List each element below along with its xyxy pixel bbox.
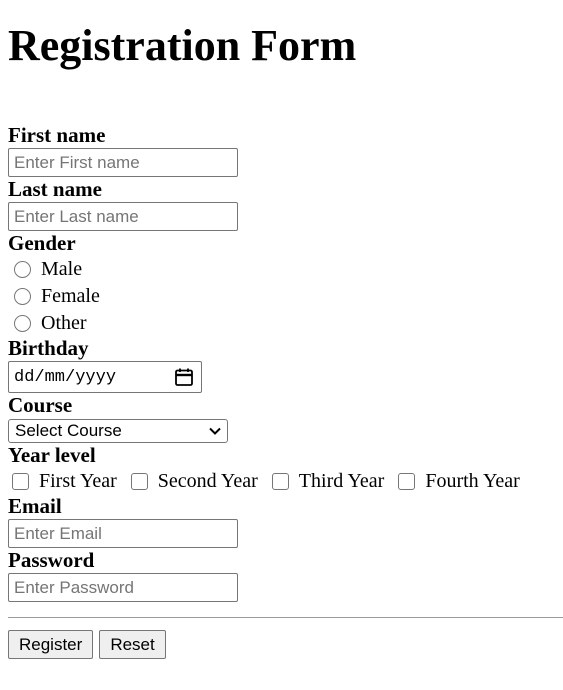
gender-option-label: Other [41,312,87,334]
page-title: Registration Form [8,21,357,70]
first-name-input[interactable] [8,148,238,177]
gender-option-other[interactable]: Other [8,310,563,337]
password-input[interactable] [8,573,238,602]
year-level-option-first[interactable]: First Year [12,470,117,493]
radio-button-other[interactable] [14,315,31,332]
course-selected-value: Select Course [15,421,122,440]
last-name-input[interactable] [8,202,238,231]
checkbox-fourth-year[interactable] [398,473,416,490]
checkbox-second-year[interactable] [130,473,148,490]
year-level-option-fourth[interactable]: Fourth Year [398,470,520,493]
birthday-label: Birthday [8,336,89,360]
birthday-date-placeholder: dd/mm/yyyy [14,367,117,387]
course-label: Course [8,393,73,417]
reset-button[interactable]: Reset [99,630,166,659]
year-level-options: First Year Second Year Third Year Fourth… [8,468,563,495]
checkbox-first-year[interactable] [12,473,29,490]
email-label: Email [8,494,62,518]
year-level-option-second[interactable]: Second Year [130,470,258,493]
registration-form: First name Last name Gender Male Female … [8,122,563,602]
gender-option-label: Male [41,258,83,280]
gender-option-label: Female [41,285,100,307]
calendar-icon[interactable] [174,367,194,387]
gender-option-male[interactable]: Male [8,256,563,283]
first-name-label: First name [8,123,106,147]
birthday-date-input[interactable]: dd/mm/yyyy [8,361,202,393]
password-label: Password [8,548,95,572]
form-divider [8,617,563,618]
year-level-option-label: Third Year [298,470,385,492]
gender-option-female[interactable]: Female [8,283,563,310]
year-level-option-label: Second Year [157,470,258,492]
radio-button-male[interactable] [14,261,31,278]
last-name-label: Last name [8,177,102,201]
email-input[interactable] [8,519,238,548]
chevron-down-icon [209,427,221,435]
radio-button-female[interactable] [14,288,31,305]
register-button[interactable]: Register [8,630,94,659]
year-level-option-label: Fourth Year [425,470,520,492]
checkbox-third-year[interactable] [271,473,289,490]
year-level-option-label: First Year [39,470,117,492]
form-actions: Register Reset [8,630,166,659]
year-level-label: Year level [8,443,96,467]
gender-label: Gender [8,231,76,255]
year-level-option-third[interactable]: Third Year [271,470,385,493]
course-select[interactable]: Select Course [8,419,228,443]
